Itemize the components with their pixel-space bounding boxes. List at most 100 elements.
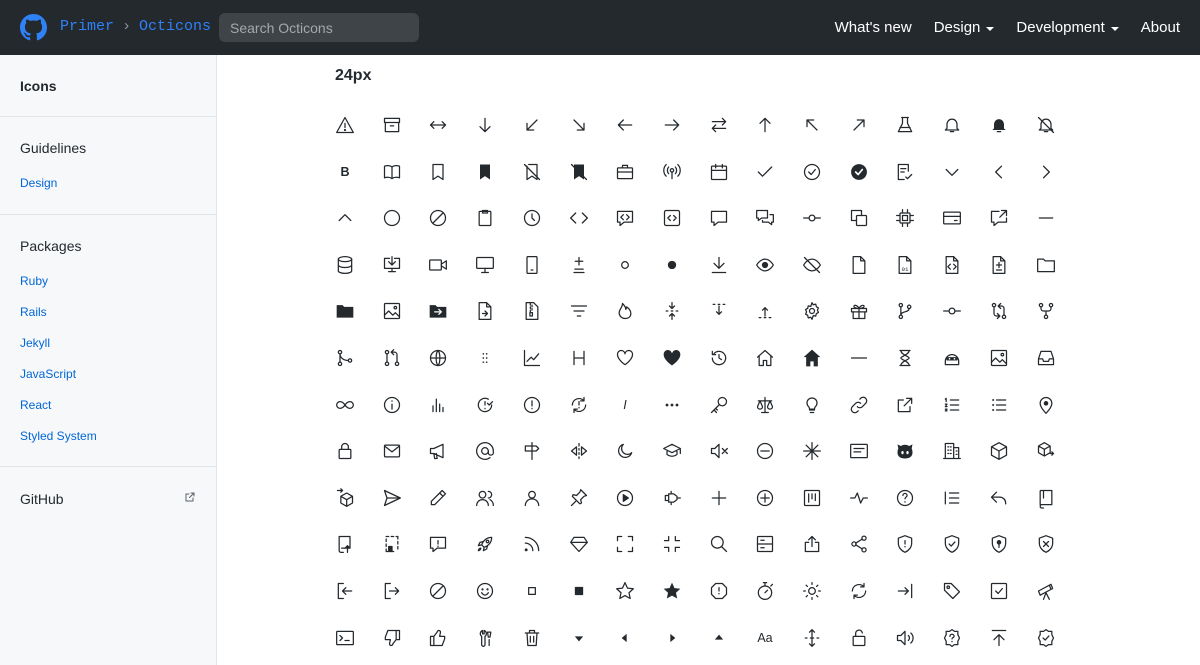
file-binary-icon[interactable]: 01: [882, 242, 928, 288]
shield-icon[interactable]: [882, 521, 928, 567]
pin-icon[interactable]: [556, 475, 602, 521]
inbox-icon[interactable]: [1023, 335, 1069, 381]
server-icon[interactable]: [742, 521, 788, 567]
sidebar-link-jekyll[interactable]: Jekyll: [0, 333, 216, 364]
mirror-icon[interactable]: [556, 428, 602, 474]
sidebar-link-design[interactable]: Design: [0, 173, 216, 193]
cpu-icon[interactable]: [882, 195, 928, 241]
file-symlink-file-icon[interactable]: [462, 288, 508, 334]
file-code-icon[interactable]: [929, 242, 975, 288]
info-icon[interactable]: [369, 382, 415, 428]
package-dependencies-icon[interactable]: [1023, 428, 1069, 474]
sidebar-link-styled-system[interactable]: Styled System: [0, 426, 216, 457]
triangle-left-icon[interactable]: [602, 615, 648, 661]
download-icon[interactable]: [696, 242, 742, 288]
broadcast-icon[interactable]: [649, 149, 695, 195]
tab-icon[interactable]: [882, 568, 928, 614]
comment-discussion-icon[interactable]: [742, 195, 788, 241]
home-icon[interactable]: [742, 335, 788, 381]
dot-icon[interactable]: [602, 242, 648, 288]
issue-closed-icon[interactable]: [462, 382, 508, 428]
lock-icon[interactable]: [322, 428, 368, 474]
issue-opened-icon[interactable]: [509, 382, 555, 428]
check-circle-icon[interactable]: [789, 149, 835, 195]
north-star-icon[interactable]: [789, 428, 835, 474]
git-pull-request-icon[interactable]: [369, 335, 415, 381]
horizontal-rule-icon[interactable]: [836, 335, 882, 381]
screen-normal-icon[interactable]: [649, 521, 695, 567]
plus-circle-icon[interactable]: [742, 475, 788, 521]
unmute-icon[interactable]: [882, 615, 928, 661]
chevron-left-icon[interactable]: [976, 149, 1022, 195]
repo-push-icon[interactable]: [322, 521, 368, 567]
arrow-switch-icon[interactable]: [696, 102, 742, 148]
bookmark-fill-icon[interactable]: [462, 149, 508, 195]
desktop-download-icon[interactable]: [369, 242, 415, 288]
arrow-down-icon[interactable]: [462, 102, 508, 148]
eye-icon[interactable]: [742, 242, 788, 288]
dot-fill-icon[interactable]: [649, 242, 695, 288]
image-icon[interactable]: [976, 335, 1022, 381]
tag-icon[interactable]: [929, 568, 975, 614]
code-icon[interactable]: [556, 195, 602, 241]
triangle-right-icon[interactable]: [649, 615, 695, 661]
repo-template-icon[interactable]: [369, 521, 415, 567]
no-entry-icon[interactable]: [742, 428, 788, 474]
file-submodule-icon[interactable]: [415, 288, 461, 334]
package-dependents-icon[interactable]: [322, 475, 368, 521]
heart-fill-icon[interactable]: [649, 335, 695, 381]
sign-in-icon[interactable]: [322, 568, 368, 614]
dash-icon[interactable]: [1023, 195, 1069, 241]
verified-icon[interactable]: [1023, 615, 1069, 661]
mail-icon[interactable]: [369, 428, 415, 474]
square-icon[interactable]: [509, 568, 555, 614]
key-icon[interactable]: [696, 382, 742, 428]
bookmark-slash-icon[interactable]: [509, 149, 555, 195]
unverified-icon[interactable]: [929, 615, 975, 661]
home-fill-icon[interactable]: [789, 335, 835, 381]
skip-icon[interactable]: [415, 568, 461, 614]
beaker-icon[interactable]: [882, 102, 928, 148]
clock-icon[interactable]: [509, 195, 555, 241]
unlock-icon[interactable]: [836, 615, 882, 661]
star-icon[interactable]: [602, 568, 648, 614]
arrow-down-right-icon[interactable]: [556, 102, 602, 148]
bell-fill-icon[interactable]: [976, 102, 1022, 148]
briefcase-icon[interactable]: [602, 149, 648, 195]
bookmark-slash-fill-icon[interactable]: [556, 149, 602, 195]
share-icon[interactable]: [789, 521, 835, 567]
quote-icon[interactable]: [929, 475, 975, 521]
star-fill-icon[interactable]: [649, 568, 695, 614]
reply-icon[interactable]: [976, 475, 1022, 521]
device-desktop-icon[interactable]: [462, 242, 508, 288]
checklist-icon[interactable]: [882, 149, 928, 195]
commit-icon[interactable]: [789, 195, 835, 241]
heading-icon[interactable]: [556, 335, 602, 381]
screen-full-icon[interactable]: [602, 521, 648, 567]
chevron-up-icon[interactable]: [322, 195, 368, 241]
trash-icon[interactable]: [509, 615, 555, 661]
package-icon[interactable]: [976, 428, 1022, 474]
diff-icon[interactable]: [556, 242, 602, 288]
link-external-icon[interactable]: [882, 382, 928, 428]
list-unordered-icon[interactable]: [976, 382, 1022, 428]
terminal-icon[interactable]: [322, 615, 368, 661]
book-icon[interactable]: [369, 149, 415, 195]
tasklist-icon[interactable]: [976, 568, 1022, 614]
bold-icon[interactable]: B: [322, 149, 368, 195]
pulse-icon[interactable]: [836, 475, 882, 521]
list-ordered-icon[interactable]: [929, 382, 975, 428]
git-merge-icon[interactable]: [322, 335, 368, 381]
check-icon[interactable]: [742, 149, 788, 195]
thumbsdown-icon[interactable]: [369, 615, 415, 661]
shield-x-icon[interactable]: [1023, 521, 1069, 567]
infinity-icon[interactable]: [322, 382, 368, 428]
bell-icon[interactable]: [929, 102, 975, 148]
search-input[interactable]: [219, 13, 419, 42]
bell-slash-icon[interactable]: [1023, 102, 1069, 148]
file-diff-icon[interactable]: [976, 242, 1022, 288]
mortar-board-icon[interactable]: [649, 428, 695, 474]
hourglass-icon[interactable]: [882, 335, 928, 381]
project-icon[interactable]: [789, 475, 835, 521]
copy-icon[interactable]: [836, 195, 882, 241]
